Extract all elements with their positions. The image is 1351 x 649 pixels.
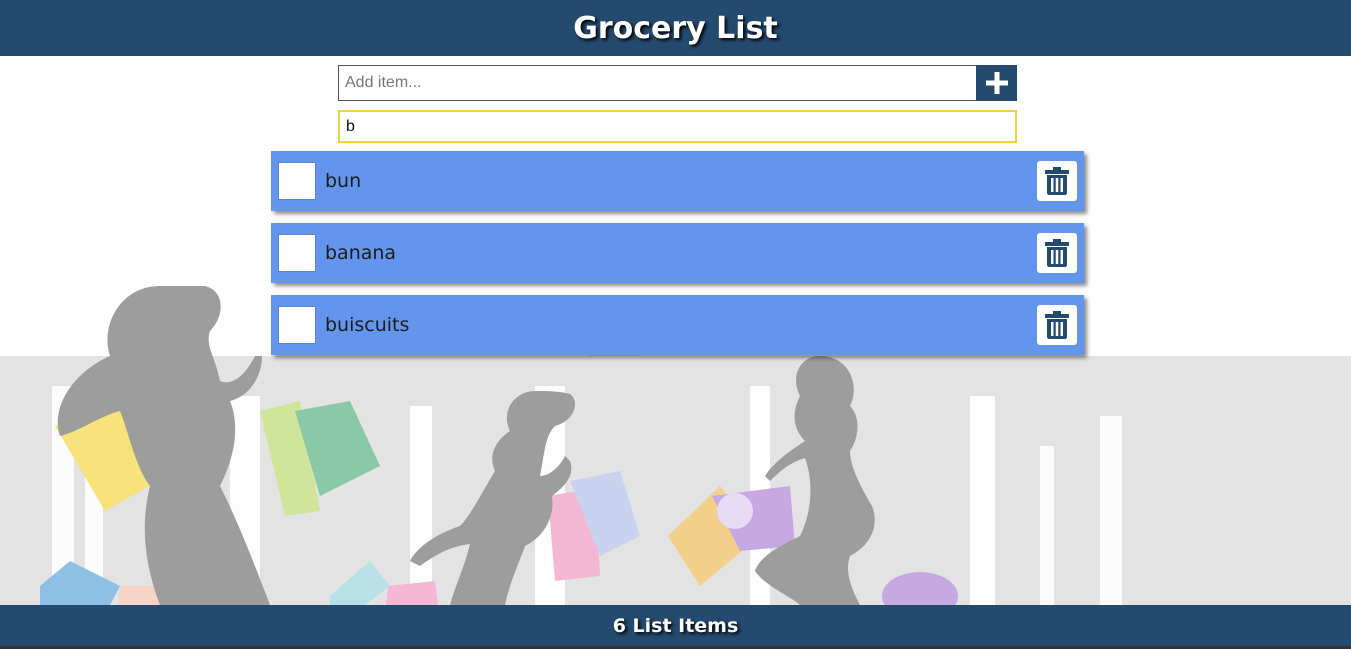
trash-icon <box>1045 239 1069 267</box>
item-checkbox[interactable] <box>278 306 316 344</box>
item-label: banana <box>325 242 397 264</box>
trash-icon <box>1045 311 1069 339</box>
item-checkbox[interactable] <box>278 234 316 272</box>
delete-item-button[interactable] <box>1037 233 1077 273</box>
add-item-input[interactable] <box>338 65 976 101</box>
delete-item-button[interactable] <box>1037 161 1077 201</box>
item-count: 6 List Items <box>612 614 739 637</box>
list-item: banana <box>271 223 1084 283</box>
item-label: bun <box>325 170 362 192</box>
plus-icon <box>985 72 1008 94</box>
add-item-form <box>338 65 1017 101</box>
delete-item-button[interactable] <box>1037 305 1077 345</box>
add-item-button[interactable] <box>976 65 1017 101</box>
list-item: buiscuits <box>271 295 1084 355</box>
item-label: buiscuits <box>325 314 410 336</box>
app-header: Grocery List <box>0 0 1351 56</box>
app-footer: 6 List Items <box>0 605 1351 649</box>
list-item: bun <box>271 151 1084 211</box>
page-title: Grocery List <box>573 10 778 46</box>
trash-icon <box>1045 167 1069 195</box>
grocery-list: bun banana buiscuits <box>271 151 1084 367</box>
item-checkbox[interactable] <box>278 162 316 200</box>
search-input[interactable] <box>338 110 1017 143</box>
page: Grocery List bun <box>0 0 1351 649</box>
